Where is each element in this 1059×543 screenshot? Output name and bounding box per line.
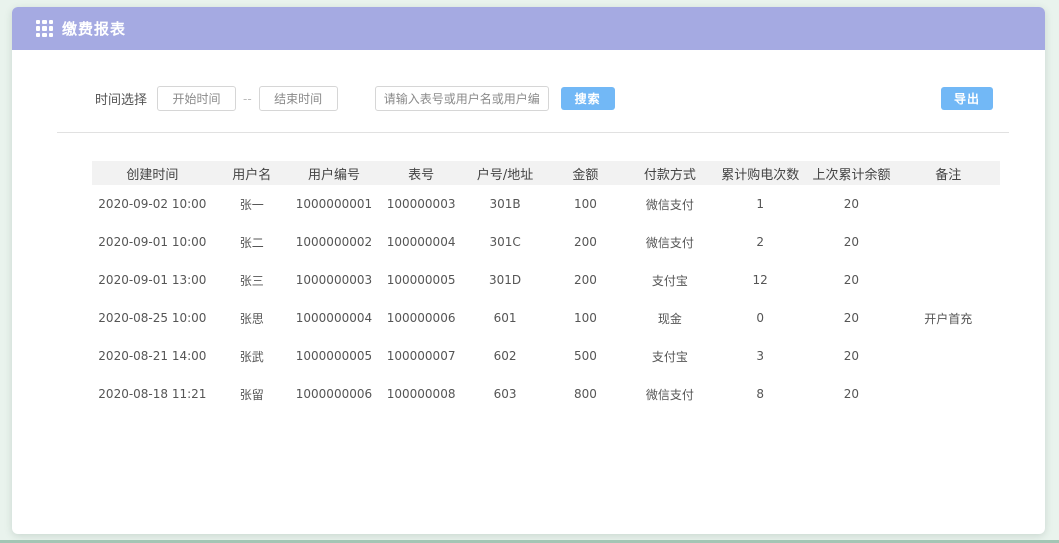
table-cell: 500 — [545, 337, 626, 375]
table-row: 2020-09-01 13:00张三1000000003100000005301… — [92, 261, 1000, 299]
table-header-row: 创建时间用户名用户编号表号户号/地址金额付款方式累计购电次数上次累计余额备注 — [92, 161, 1000, 185]
table-cell: 微信支付 — [626, 375, 714, 413]
table-cell: 301B — [465, 185, 545, 223]
filter-bar: 时间选择 -- 搜索 导出 — [95, 86, 993, 111]
table-cell: 开户首充 — [896, 299, 1000, 337]
table-cell: 100000007 — [377, 337, 465, 375]
table-cell — [896, 375, 1000, 413]
table-cell — [896, 223, 1000, 261]
table-cell: 张三 — [213, 261, 291, 299]
table-cell: 支付宝 — [626, 261, 714, 299]
table-cell — [896, 337, 1000, 375]
column-header: 表号 — [377, 161, 465, 185]
table-cell: 100000006 — [377, 299, 465, 337]
table-cell: 1000000002 — [291, 223, 377, 261]
table-cell: 1000000005 — [291, 337, 377, 375]
divider — [57, 132, 1009, 133]
table-cell: 100000003 — [377, 185, 465, 223]
table-cell: 张二 — [213, 223, 291, 261]
table-cell: 301D — [465, 261, 545, 299]
table-row: 2020-08-21 14:00张武1000000005100000007602… — [92, 337, 1000, 375]
table-cell: 2020-09-02 10:00 — [92, 185, 213, 223]
table-cell — [896, 261, 1000, 299]
table-cell: 2 — [714, 223, 807, 261]
table-cell: 603 — [465, 375, 545, 413]
search-input[interactable] — [375, 86, 549, 111]
table-cell: 800 — [545, 375, 626, 413]
table-cell: 1000000001 — [291, 185, 377, 223]
table-cell: 2020-09-01 10:00 — [92, 223, 213, 261]
table-cell: 100000005 — [377, 261, 465, 299]
table-cell: 601 — [465, 299, 545, 337]
column-header: 用户编号 — [291, 161, 377, 185]
table-cell: 1000000006 — [291, 375, 377, 413]
column-header: 上次累计余额 — [807, 161, 897, 185]
table-cell: 1000000004 — [291, 299, 377, 337]
table-cell — [896, 185, 1000, 223]
table-cell: 2020-09-01 13:00 — [92, 261, 213, 299]
table-cell: 张武 — [213, 337, 291, 375]
table-cell: 1000000003 — [291, 261, 377, 299]
table-cell: 20 — [807, 375, 897, 413]
date-range-separator: -- — [243, 92, 252, 106]
column-header: 备注 — [896, 161, 1000, 185]
report-table: 创建时间用户名用户编号表号户号/地址金额付款方式累计购电次数上次累计余额备注 2… — [92, 161, 1000, 413]
table-cell: 张留 — [213, 375, 291, 413]
end-time-input[interactable] — [259, 86, 338, 111]
page-title: 缴费报表 — [62, 18, 126, 39]
column-header: 付款方式 — [626, 161, 714, 185]
table-row: 2020-09-01 10:00张二1000000002100000004301… — [92, 223, 1000, 261]
table-cell: 现金 — [626, 299, 714, 337]
table-cell: 张一 — [213, 185, 291, 223]
table-cell: 200 — [545, 223, 626, 261]
table-cell: 100000004 — [377, 223, 465, 261]
search-button[interactable]: 搜索 — [561, 87, 615, 110]
table-cell: 100 — [545, 185, 626, 223]
table-cell: 2020-08-18 11:21 — [92, 375, 213, 413]
table-cell: 602 — [465, 337, 545, 375]
table-cell: 2020-08-21 14:00 — [92, 337, 213, 375]
table-cell: 3 — [714, 337, 807, 375]
table-cell: 张思 — [213, 299, 291, 337]
report-table-container: 创建时间用户名用户编号表号户号/地址金额付款方式累计购电次数上次累计余额备注 2… — [92, 161, 1000, 413]
table-cell: 微信支付 — [626, 223, 714, 261]
table-cell: 微信支付 — [626, 185, 714, 223]
report-card: 缴费报表 时间选择 -- 搜索 导出 创建时间用户名用户编号表号户号/地址金额付… — [12, 7, 1045, 534]
grid-menu-icon — [36, 20, 53, 37]
column-header: 金额 — [545, 161, 626, 185]
table-cell: 200 — [545, 261, 626, 299]
table-cell: 100000008 — [377, 375, 465, 413]
column-header: 创建时间 — [92, 161, 213, 185]
table-cell: 20 — [807, 185, 897, 223]
table-cell: 支付宝 — [626, 337, 714, 375]
table-cell: 1 — [714, 185, 807, 223]
table-cell: 20 — [807, 223, 897, 261]
table-cell: 20 — [807, 299, 897, 337]
table-row: 2020-08-18 11:21张留1000000006100000008603… — [92, 375, 1000, 413]
table-cell: 100 — [545, 299, 626, 337]
titlebar: 缴费报表 — [12, 7, 1045, 50]
table-cell: 0 — [714, 299, 807, 337]
table-cell: 12 — [714, 261, 807, 299]
table-cell: 2020-08-25 10:00 — [92, 299, 213, 337]
table-cell: 8 — [714, 375, 807, 413]
table-row: 2020-08-25 10:00张思1000000004100000006601… — [92, 299, 1000, 337]
table-cell: 20 — [807, 337, 897, 375]
time-select-label: 时间选择 — [95, 89, 147, 108]
table-cell: 301C — [465, 223, 545, 261]
table-cell: 20 — [807, 261, 897, 299]
column-header: 累计购电次数 — [714, 161, 807, 185]
table-row: 2020-09-02 10:00张一1000000001100000003301… — [92, 185, 1000, 223]
start-time-input[interactable] — [157, 86, 236, 111]
column-header: 用户名 — [213, 161, 291, 185]
export-button[interactable]: 导出 — [941, 87, 993, 110]
column-header: 户号/地址 — [465, 161, 545, 185]
